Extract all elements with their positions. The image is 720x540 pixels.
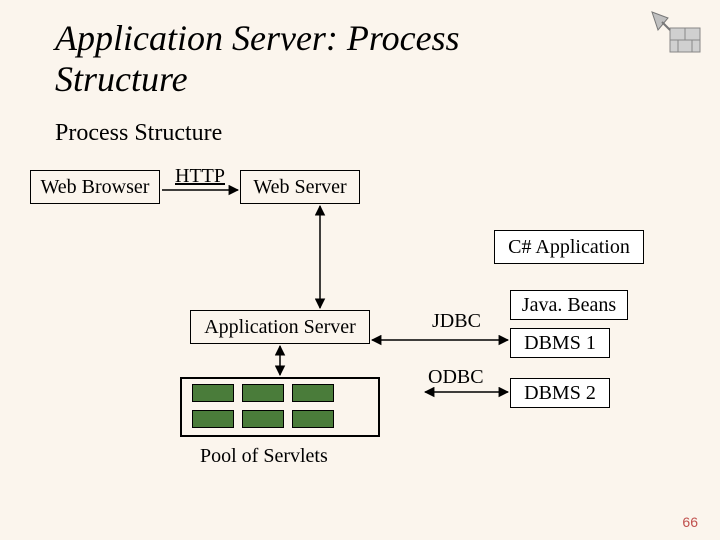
csharp-application-label: C# Application [508,236,630,259]
page-title: Application Server: Process Structure [55,18,460,101]
dbms1-label: DBMS 1 [524,332,596,355]
trowel-brick-icon [648,8,704,56]
title-line-2: Structure [55,59,188,99]
jdbc-edge-label: JDBC [432,310,481,333]
servlet-block [242,384,284,402]
web-browser-label: Web Browser [41,176,150,199]
title-line-1: Application Server: Process [55,18,460,58]
servlet-block [192,384,234,402]
page-subtitle: Process Structure [55,120,222,147]
servlet-block [242,410,284,428]
servlet-pool-label: Pool of Servlets [200,445,328,468]
dbms2-label: DBMS 2 [524,382,596,405]
application-server-node: Application Server [190,310,370,344]
servlet-block [292,410,334,428]
web-server-node: Web Server [240,170,360,204]
dbms1-node: DBMS 1 [510,328,610,358]
csharp-application-node: C# Application [494,230,644,264]
servlet-block [292,384,334,402]
odbc-edge-label: ODBC [428,366,484,389]
javabeans-label: Java. Beans [522,294,616,317]
web-server-label: Web Server [253,176,346,199]
javabeans-node: Java. Beans [510,290,628,320]
servlet-block [192,410,234,428]
dbms2-node: DBMS 2 [510,378,610,408]
page-number: 66 [682,514,698,530]
web-browser-node: Web Browser [30,170,160,204]
application-server-label: Application Server [204,316,356,339]
http-edge-label: HTTP [175,165,225,188]
